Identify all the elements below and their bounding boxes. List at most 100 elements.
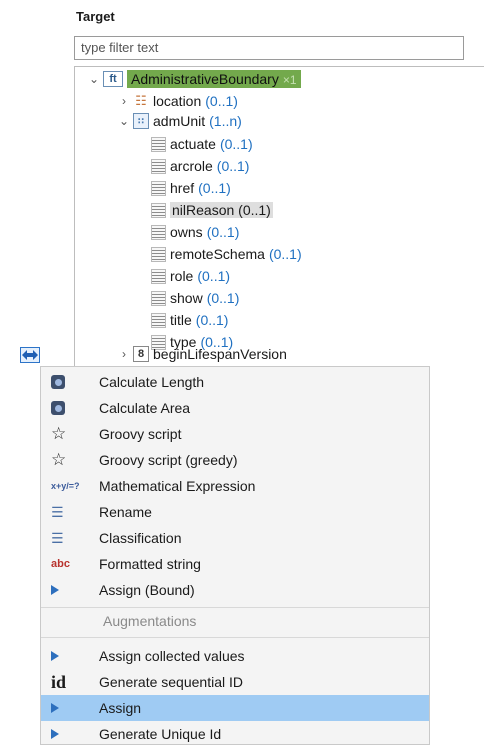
menu-item-label: Generate sequential ID <box>99 674 243 690</box>
tree-node-attr[interactable]: role (0..1) <box>149 266 230 286</box>
menu-item-label: Assign collected values <box>99 648 245 664</box>
attribute-icon <box>151 246 166 262</box>
menu-section-augmentations: Augmentations <box>103 613 197 629</box>
tree-node-attr-selected[interactable]: nilReason (0..1) <box>149 200 273 220</box>
star-icon: ☆ <box>51 450 67 469</box>
menu-item-generate-sequential-id[interactable]: id Generate sequential ID <box>41 669 429 695</box>
node-multiplicity: (0..1) <box>219 136 253 152</box>
arrow-icon <box>51 703 59 713</box>
node-multiplicity: (0..1) <box>205 93 238 109</box>
node-multiplicity: (0..1) <box>206 290 240 306</box>
number-type-icon: 8 <box>133 346 149 362</box>
node-label: remoteSchema <box>170 246 265 262</box>
circle-gear-icon <box>51 401 65 415</box>
tree-node-attr[interactable]: arcrole (0..1) <box>149 156 249 176</box>
tree-node-attr[interactable]: remoteSchema (0..1) <box>149 244 302 264</box>
tree-node-beginlifespan[interactable]: › 8 beginLifespanVersion <box>117 344 287 364</box>
feature-type-icon: ft <box>103 71 123 87</box>
node-label: href <box>170 180 195 196</box>
menu-item-assign-collected-values[interactable]: Assign collected values <box>41 643 429 669</box>
arrow-icon <box>51 729 59 739</box>
tree-node-attr[interactable]: actuate (0..1) <box>149 134 253 154</box>
menu-item-assign[interactable]: Assign <box>41 695 429 721</box>
node-label: beginLifespanVersion <box>153 346 287 362</box>
menu-separator <box>41 637 429 638</box>
node-label: actuate <box>170 136 216 152</box>
double-arrow-icon <box>22 350 38 360</box>
node-multiplicity: (0..1) <box>197 268 231 284</box>
tree-node-attr[interactable]: title (0..1) <box>149 310 228 330</box>
menu-item-math-expression[interactable]: x+y/=? Mathematical Expression <box>41 473 429 499</box>
attribute-icon <box>151 312 166 328</box>
menu-separator <box>41 607 429 608</box>
function-context-menu: Calculate Length Calculate Area ☆ Groovy… <box>40 366 430 745</box>
arrow-icon <box>51 585 59 595</box>
menu-item-label: Mathematical Expression <box>99 478 256 494</box>
chevron-down-icon[interactable]: ⌄ <box>87 72 101 86</box>
menu-item-groovy-script-greedy[interactable]: ☆ Groovy script (greedy) <box>41 447 429 473</box>
node-label: admUnit <box>153 113 206 129</box>
node-multiplicity: (0..1) <box>195 312 229 328</box>
root-suffix: ×1 <box>282 73 297 87</box>
menu-item-generate-unique-id[interactable]: Generate Unique Id <box>41 721 429 747</box>
menu-item-label: Groovy script (greedy) <box>99 452 238 468</box>
chevron-right-icon[interactable]: › <box>117 347 131 361</box>
menu-item-label: Generate Unique Id <box>99 726 222 742</box>
tree-node-attr[interactable]: show (0..1) <box>149 288 239 308</box>
attribute-icon <box>151 268 166 284</box>
menu-item-label: Calculate Area <box>99 400 191 416</box>
menu-item-label: Assign (Bound) <box>99 582 195 598</box>
menu-item-label: Rename <box>99 504 152 520</box>
node-label: nilReason <box>172 202 235 218</box>
target-tree: ⌄ ft AdministrativeBoundary ×1 › ☷ locati… <box>74 66 484 366</box>
id-icon: id <box>51 671 67 692</box>
circle-gear-icon <box>51 375 65 389</box>
chevron-right-icon[interactable]: › <box>117 94 131 108</box>
node-label: title <box>170 312 192 328</box>
list-icon: ☰ <box>51 529 64 546</box>
menu-item-label: Groovy script <box>99 426 182 442</box>
panel-title: Target <box>76 9 115 24</box>
node-multiplicity: (0..1) <box>238 202 271 218</box>
node-multiplicity: (0..1) <box>198 180 231 196</box>
chevron-down-icon[interactable]: ⌄ <box>117 114 131 128</box>
menu-item-formatted-string[interactable]: abc Formatted string <box>41 551 429 577</box>
menu-item-rename[interactable]: ☰ Rename <box>41 499 429 525</box>
node-multiplicity: (0..1) <box>268 246 302 262</box>
node-multiplicity: (0..1) <box>206 224 240 240</box>
tree-node-location[interactable]: › ☷ location (0..1) <box>117 91 238 111</box>
attribute-icon <box>151 136 166 152</box>
root-label-highlight: AdministrativeBoundary ×1 <box>127 70 301 88</box>
attribute-icon <box>151 158 166 174</box>
menu-item-calculate-area[interactable]: Calculate Area <box>41 395 429 421</box>
root-label: AdministrativeBoundary <box>131 71 279 87</box>
menu-item-label: Classification <box>99 530 182 546</box>
star-icon: ☆ <box>51 424 67 443</box>
location-type-icon: ☷ <box>135 93 147 108</box>
tree-node-attr[interactable]: owns (0..1) <box>149 222 239 242</box>
menu-item-label: Calculate Length <box>99 374 205 390</box>
node-label: show <box>170 290 203 306</box>
attribute-icon <box>151 224 166 240</box>
tree-node-root[interactable]: ⌄ ft AdministrativeBoundary ×1 <box>87 69 301 89</box>
tree-node-attr[interactable]: href (0..1) <box>149 178 231 198</box>
menu-item-label: Formatted string <box>99 556 201 572</box>
menu-item-assign-bound[interactable]: Assign (Bound) <box>41 577 429 603</box>
direction-toggle-button[interactable] <box>20 347 40 363</box>
node-label: role <box>170 268 194 284</box>
attribute-icon <box>151 290 166 306</box>
menu-item-groovy-script[interactable]: ☆ Groovy script <box>41 421 429 447</box>
node-label: owns <box>170 224 203 240</box>
group-type-icon: ∷ <box>133 113 149 129</box>
menu-item-classification[interactable]: ☰ Classification <box>41 525 429 551</box>
math-icon: x+y/=? <box>51 480 80 491</box>
filter-input[interactable]: type filter text <box>74 36 464 60</box>
node-label: location <box>153 93 202 109</box>
node-multiplicity: (0..1) <box>216 158 250 174</box>
tree-node-admunit[interactable]: ⌄ ∷ admUnit (1..n) <box>117 111 242 131</box>
node-multiplicity: (1..n) <box>209 113 242 129</box>
attribute-icon <box>151 180 166 196</box>
attribute-icon <box>151 202 166 218</box>
menu-item-calculate-length[interactable]: Calculate Length <box>41 369 429 395</box>
menu-item-label: Assign <box>99 700 142 716</box>
